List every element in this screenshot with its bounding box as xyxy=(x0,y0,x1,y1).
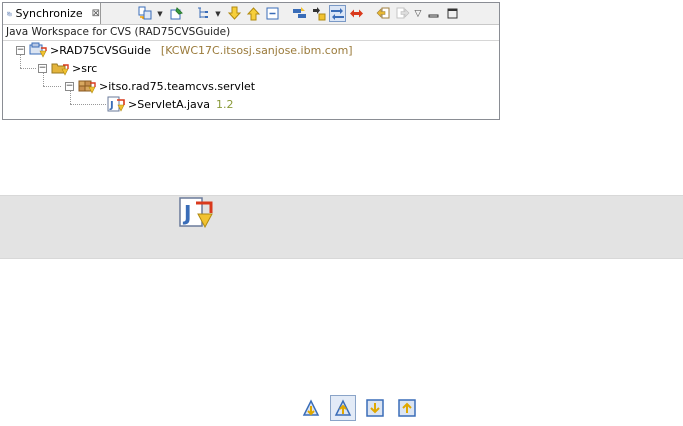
svg-text:J: J xyxy=(109,100,114,111)
synchronize-view-icon xyxy=(7,11,12,16)
pin-icon xyxy=(170,7,183,20)
folder-label: >src xyxy=(72,61,98,75)
previous-difference-button[interactable] xyxy=(245,5,262,22)
both-mode-icon xyxy=(331,8,344,20)
outgoing-nav-button[interactable] xyxy=(330,395,356,421)
layout-button[interactable] xyxy=(195,5,212,22)
collapse-toggle[interactable]: − xyxy=(38,63,47,73)
layout-icon xyxy=(198,7,208,18)
file-revision: 1.2 xyxy=(216,97,234,111)
sync-tree: − >RAD75CVSGuide [KCWC17C.itsosj.sanjose… xyxy=(3,41,499,119)
repository-host: [KCWC17C.itsosj.sanjose.ibm.com] xyxy=(160,43,353,57)
conflicts-mode-button[interactable] xyxy=(348,5,365,22)
maximize-icon xyxy=(447,8,458,19)
incoming-nav-icon xyxy=(302,399,320,416)
pin-button[interactable] xyxy=(168,5,185,22)
collapse-toggle[interactable]: − xyxy=(16,45,25,55)
both-mode-button[interactable] xyxy=(329,5,346,22)
incoming-commit-icon xyxy=(366,399,384,417)
close-icon[interactable]: ⊠ xyxy=(92,8,100,19)
outgoing-java-file-icon: J xyxy=(179,197,213,228)
project-label: >RAD75CVSGuide xyxy=(50,43,151,57)
view-toolbar: ▼ ▼ ▽ xyxy=(137,5,463,22)
svg-text:J: J xyxy=(182,201,191,225)
incoming-mode-icon xyxy=(293,7,306,18)
back-button[interactable] xyxy=(375,5,392,22)
commit-navigation-icons xyxy=(298,395,426,421)
incoming-nav-button[interactable] xyxy=(298,395,324,421)
tree-node-project[interactable]: − >RAD75CVSGuide [KCWC17C.itsosj.sanjose… xyxy=(16,41,353,59)
maximize-button[interactable] xyxy=(444,5,461,22)
conflicts-mode-icon xyxy=(350,9,363,18)
incoming-mode-button[interactable] xyxy=(291,5,308,22)
view-tabbar: Synchronize ⊠ ▼ ▼ ▽ xyxy=(3,3,499,25)
view-menu-icon: ▽ xyxy=(414,8,422,19)
java-file-icon: J xyxy=(107,96,125,112)
synchronize-dropdown[interactable]: ▼ xyxy=(156,5,164,22)
minimize-icon xyxy=(428,14,439,18)
outgoing-commit-icon xyxy=(398,399,416,417)
outgoing-mode-icon xyxy=(313,7,326,21)
tree-node-file[interactable]: J >ServletA.java 1.2 xyxy=(107,95,234,113)
outgoing-commit-button[interactable] xyxy=(394,395,420,421)
decorator-legend-band: J xyxy=(0,195,683,259)
prev-diff-icon xyxy=(246,7,261,21)
collapse-all-icon xyxy=(266,7,279,20)
synchronize-view: Synchronize ⊠ ▼ ▼ ▽ Java Workspace for C… xyxy=(2,2,500,120)
next-difference-button[interactable] xyxy=(226,5,243,22)
tree-node-package[interactable]: − >itso.rad75.teamcvs.servlet xyxy=(65,77,255,95)
next-diff-icon xyxy=(227,6,242,20)
collapse-all-button[interactable] xyxy=(264,5,281,22)
layout-dropdown[interactable]: ▼ xyxy=(214,5,222,22)
back-icon xyxy=(376,7,390,19)
synchronize-button[interactable] xyxy=(137,5,154,22)
view-description: Java Workspace for CVS (RAD75CVSGuide) xyxy=(3,25,499,41)
minimize-button[interactable] xyxy=(425,5,442,22)
package-icon xyxy=(78,80,96,94)
project-icon xyxy=(29,42,47,58)
collapse-toggle[interactable]: − xyxy=(65,81,74,91)
view-menu-button[interactable]: ▽ xyxy=(413,5,423,22)
outgoing-mode-button[interactable] xyxy=(310,5,327,22)
outgoing-nav-icon xyxy=(334,399,352,416)
forward-button[interactable] xyxy=(394,5,411,22)
sync-icon xyxy=(138,6,152,20)
folder-icon xyxy=(51,63,69,76)
forward-icon xyxy=(396,7,410,19)
tab-synchronize[interactable]: Synchronize ⊠ xyxy=(3,3,101,24)
incoming-commit-button[interactable] xyxy=(362,395,388,421)
file-label: >ServletA.java xyxy=(128,97,211,111)
package-label: >itso.rad75.teamcvs.servlet xyxy=(99,79,256,93)
tree-node-folder[interactable]: − >src xyxy=(38,59,97,77)
tab-label: Synchronize xyxy=(15,7,83,20)
